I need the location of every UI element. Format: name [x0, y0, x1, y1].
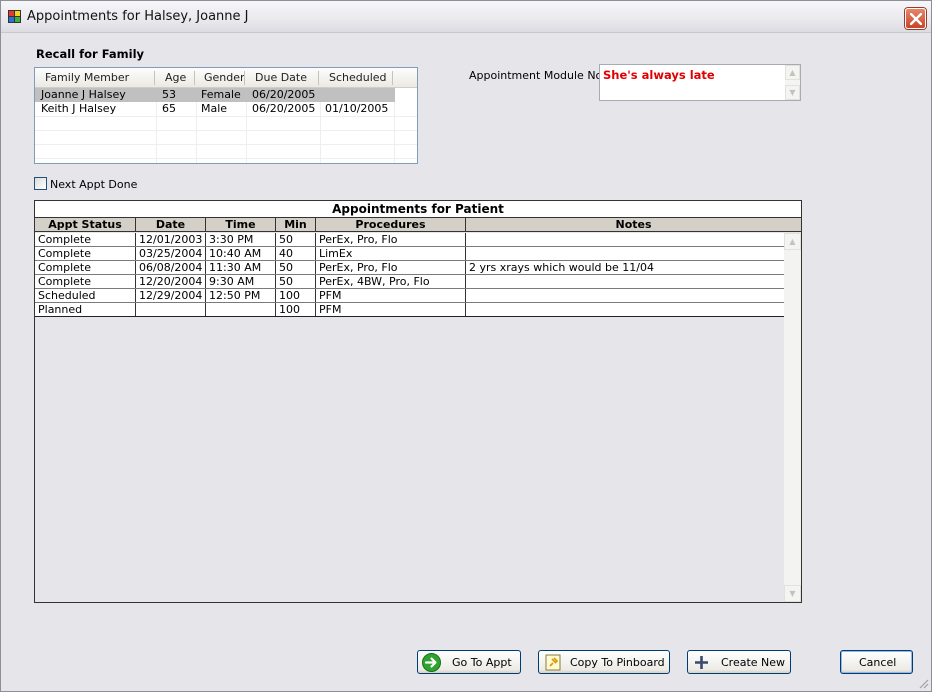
create-new-button[interactable]: Create New	[687, 650, 791, 674]
green-arrow-right-icon	[422, 653, 441, 672]
procedures-cell: LimEx	[316, 247, 466, 260]
min-cell: 50	[276, 275, 316, 288]
pin-icon	[543, 653, 562, 672]
col-family-member[interactable]: Family Member	[45, 68, 129, 88]
notes-cell	[466, 275, 784, 288]
min-cell: 100	[276, 303, 316, 316]
date-cell: 12/29/2004	[136, 289, 206, 302]
notes-cell	[466, 247, 784, 260]
col-notes[interactable]: Notes	[466, 218, 801, 231]
appointments-grid[interactable]: Appointments for Patient Appt Status Dat…	[34, 200, 802, 603]
copy-to-pinboard-button[interactable]: Copy To Pinboard	[538, 650, 670, 674]
cancel-label: Cancel	[859, 656, 897, 669]
appointment-row[interactable]: Complete 06/08/2004 11:30 AM 50 PerEx, Pro, …	[35, 261, 784, 275]
scroll-up-icon[interactable]: ▲	[785, 65, 800, 80]
recall-row[interactable]: Keith J Halsey 65 Male 06/20/2005 01/10/…	[35, 102, 395, 116]
resize-grip-icon[interactable]	[917, 677, 929, 689]
col-due-date[interactable]: Due Date	[255, 68, 307, 88]
time-cell	[206, 303, 276, 316]
title-bar: Appointments for Halsey, Joanne J	[1, 1, 931, 33]
appt-status-cell: Planned	[35, 303, 136, 316]
appt-status-cell: Complete	[35, 275, 136, 288]
window-title: Appointments for Halsey, Joanne J	[27, 9, 249, 24]
procedures-cell: PerEx, 4BW, Pro, Flo	[316, 275, 466, 288]
scroll-down-icon[interactable]: ▼	[785, 85, 800, 100]
cancel-button[interactable]: Cancel	[840, 650, 913, 674]
create-new-label: Create New	[721, 656, 786, 669]
date-cell	[136, 303, 206, 316]
recall-table-header: Family Member Age Gender Due Date Schedu…	[35, 68, 417, 88]
next-appt-done-label[interactable]: Next Appt Done	[50, 178, 137, 191]
col-date[interactable]: Date	[136, 218, 206, 231]
close-icon	[910, 13, 922, 25]
appt-status-cell: Complete	[35, 261, 136, 274]
close-button[interactable]	[905, 8, 926, 29]
col-appt-status[interactable]: Appt Status	[35, 218, 136, 231]
appointment-row[interactable]: Complete 03/25/2004 10:40 AM 40 LimEx	[35, 247, 784, 261]
appointment-module-note-text: She's always late	[603, 68, 715, 82]
appointment-row[interactable]: Scheduled 12/29/2004 12:50 PM 100 PFM	[35, 289, 784, 303]
notes-cell: 2 yrs xrays which would be 11/04	[469, 261, 654, 274]
col-scheduled[interactable]: Scheduled	[329, 68, 387, 88]
plus-icon	[692, 653, 711, 672]
recall-section-label: Recall for Family	[36, 47, 145, 61]
col-procedures[interactable]: Procedures	[316, 218, 466, 231]
time-cell: 9:30 AM	[206, 275, 276, 288]
scroll-down-icon[interactable]: ▼	[784, 585, 801, 602]
min-cell: 40	[276, 247, 316, 260]
min-cell: 100	[276, 289, 316, 302]
appt-status-cell: Complete	[35, 233, 136, 246]
procedures-cell: PFM	[316, 303, 466, 316]
note-scrollbar[interactable]: ▲ ▼	[785, 65, 800, 100]
date-cell: 03/25/2004	[136, 247, 206, 260]
procedures-cell: PerEx, Pro, Flo	[316, 261, 466, 274]
min-cell: 50	[276, 261, 316, 274]
app-icon	[8, 10, 22, 24]
time-cell: 3:30 PM	[206, 233, 276, 246]
date-cell: 12/20/2004	[136, 275, 206, 288]
time-cell: 11:30 AM	[206, 261, 276, 274]
col-min[interactable]: Min	[276, 218, 316, 231]
appointments-dialog: Appointments for Halsey, Joanne J Recall…	[0, 0, 932, 692]
appointment-row[interactable]: Complete 12/01/2003 3:30 PM 50 PerEx, Pro, F…	[35, 233, 784, 247]
appt-status-cell: Complete	[35, 247, 136, 260]
date-cell: 06/08/2004	[136, 261, 206, 274]
time-cell: 10:40 AM	[206, 247, 276, 260]
col-gender[interactable]: Gender	[204, 68, 245, 88]
procedures-cell: PFM	[316, 289, 466, 302]
appointments-grid-header: Appt Status Date Time Min Procedures Not…	[35, 218, 801, 232]
time-cell: 12:50 PM	[206, 289, 276, 302]
appointments-grid-title: Appointments for Patient	[35, 201, 801, 218]
appointments-scrollbar[interactable]: ▲ ▼	[784, 233, 801, 602]
appointment-module-note-field[interactable]: She's always late ▲ ▼	[599, 64, 801, 101]
notes-cell	[466, 233, 784, 246]
appointment-row[interactable]: Planned 100 PFM	[35, 303, 784, 317]
notes-cell	[466, 303, 784, 316]
recall-row[interactable]: Joanne J Halsey 53 Female 06/20/2005	[35, 88, 395, 102]
appointment-row[interactable]: Complete 12/20/2004 9:30 AM 50 PerEx, 4BW, P…	[35, 275, 784, 289]
notes-cell	[466, 289, 784, 302]
procedures-cell: PerEx, Pro, Flo	[316, 233, 466, 246]
next-appt-done-checkbox[interactable]	[34, 177, 47, 190]
recall-table[interactable]: Family Member Age Gender Due Date Schedu…	[34, 67, 418, 164]
scroll-up-icon[interactable]: ▲	[784, 233, 801, 250]
appointment-module-note-label: Appointment Module Note	[469, 69, 614, 82]
date-cell: 12/01/2003	[136, 233, 206, 246]
go-to-appt-button[interactable]: Go To Appt	[417, 650, 521, 674]
min-cell: 50	[276, 233, 316, 246]
go-to-appt-label: Go To Appt	[452, 656, 512, 669]
col-age[interactable]: Age	[165, 68, 186, 88]
appt-status-cell: Scheduled	[35, 289, 136, 302]
col-time[interactable]: Time	[206, 218, 276, 231]
copy-to-pinboard-label: Copy To Pinboard	[570, 656, 665, 669]
